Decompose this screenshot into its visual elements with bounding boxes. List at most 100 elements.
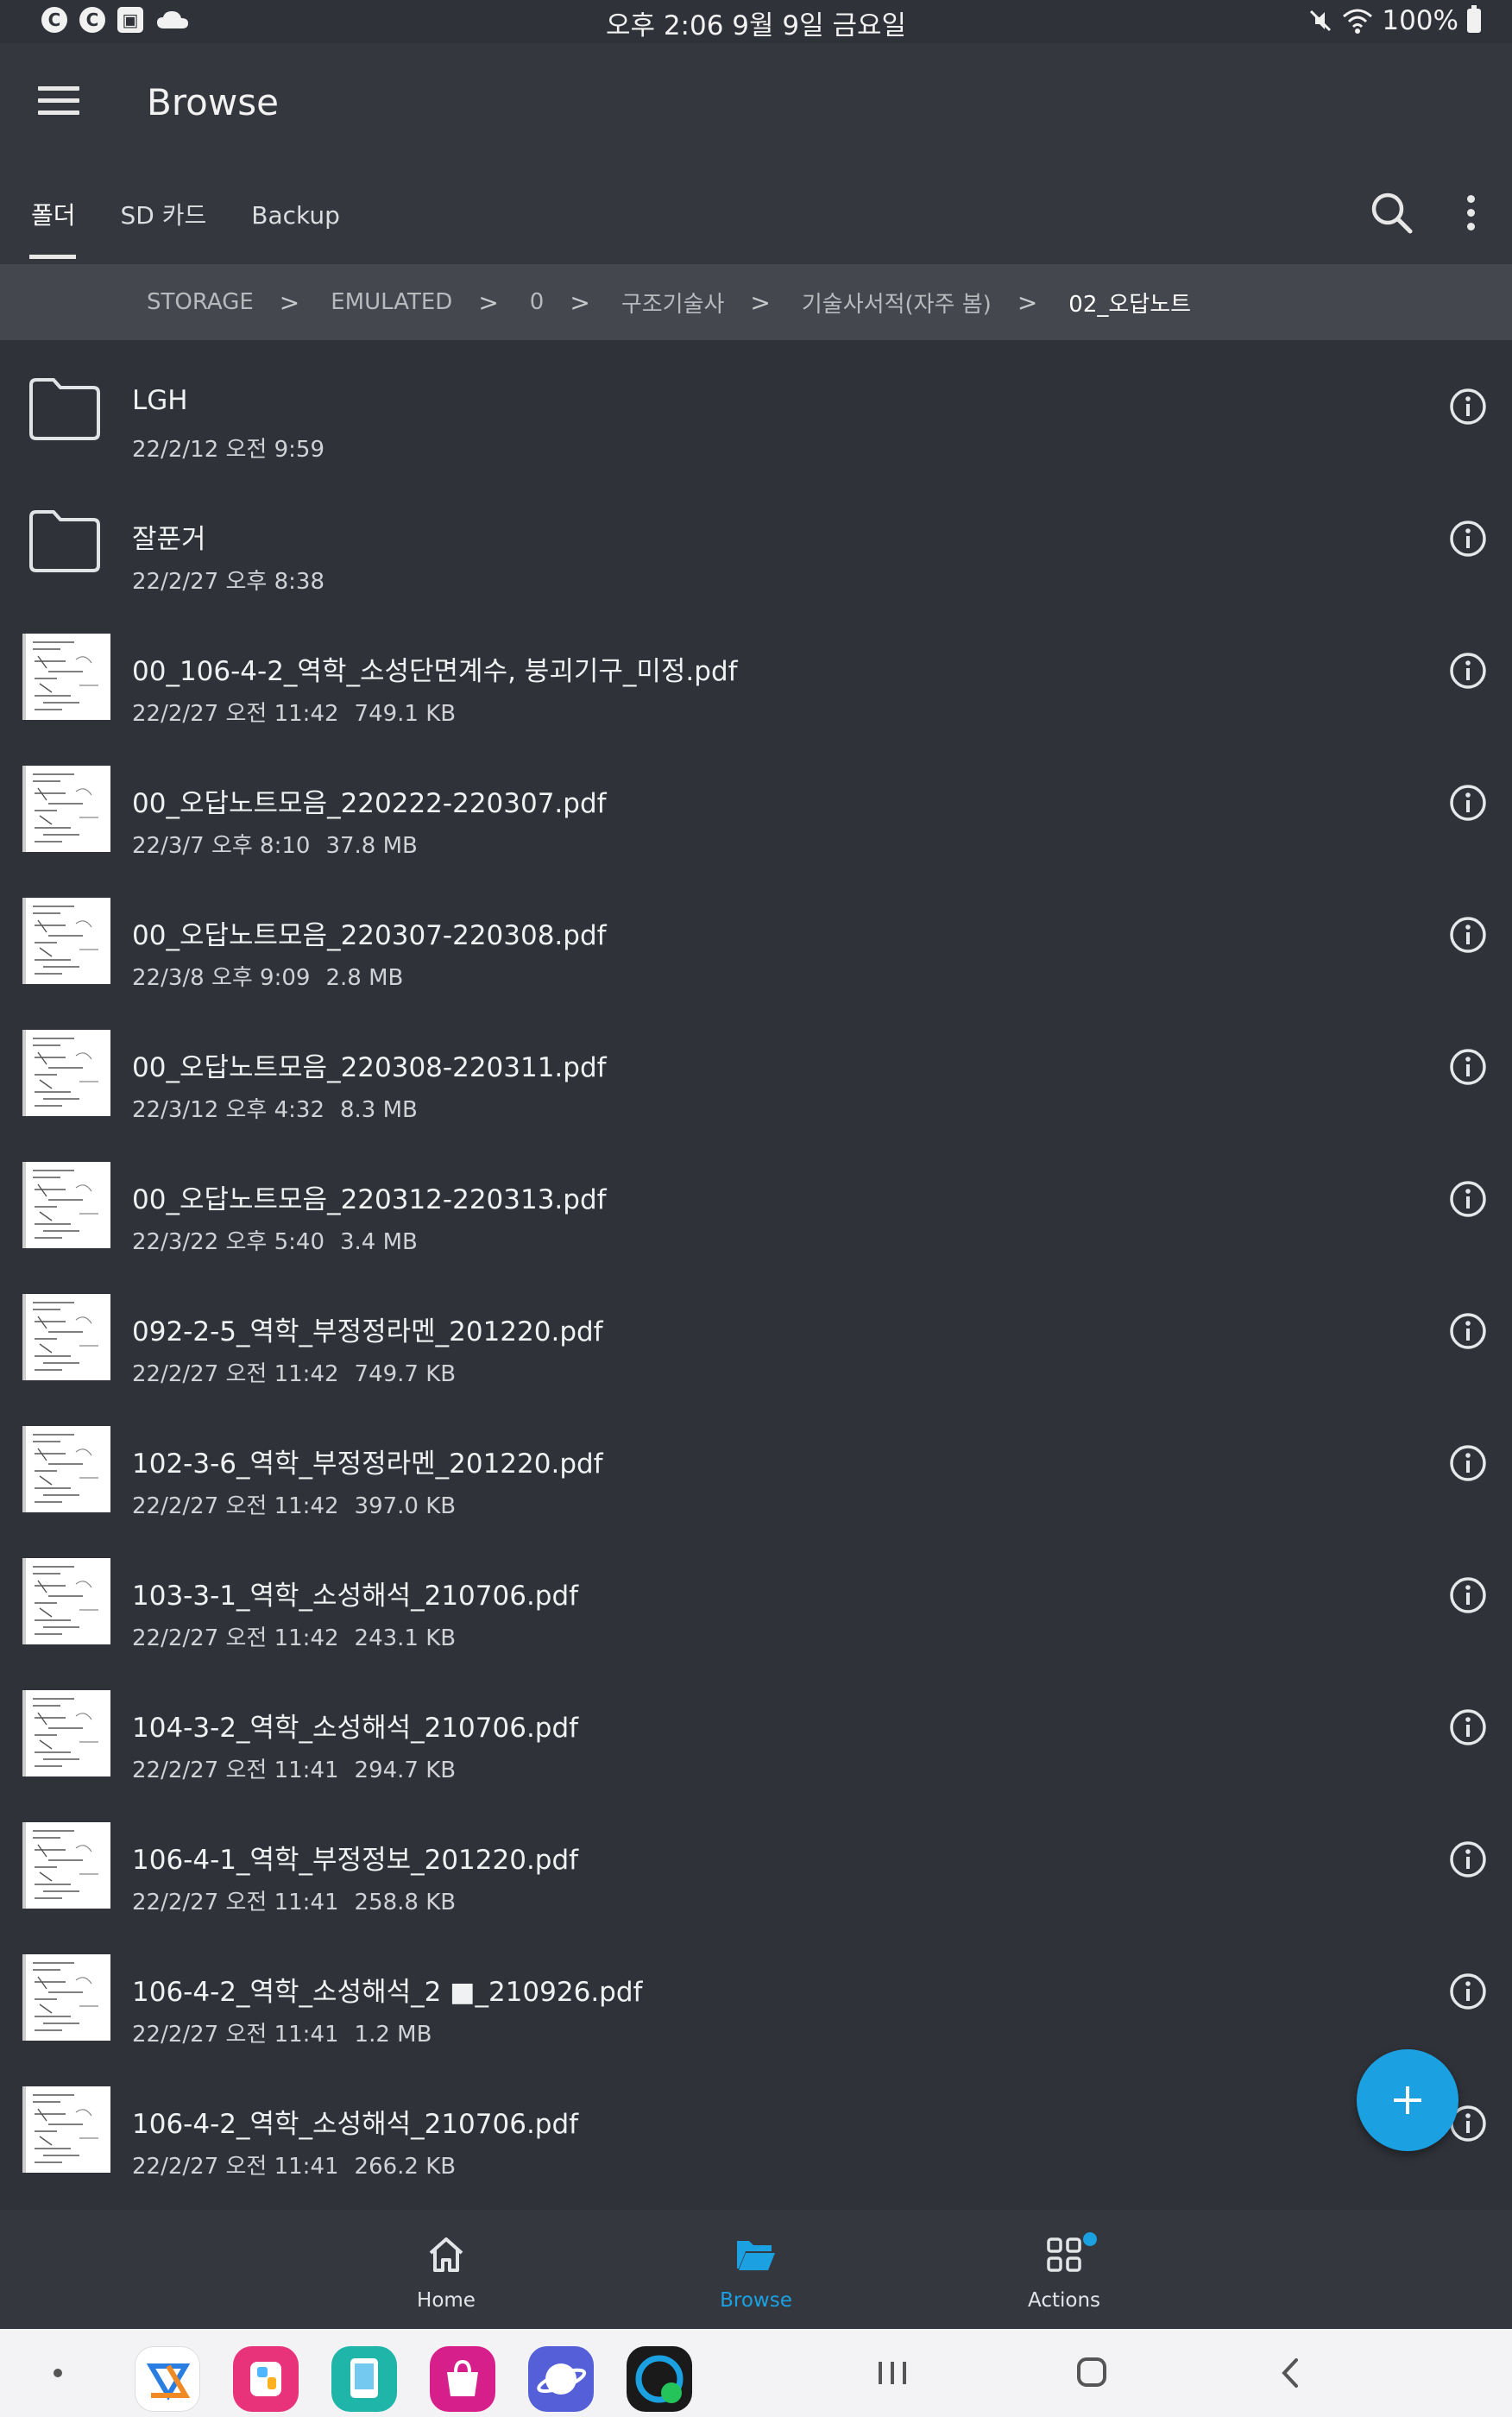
- file-size: 266.2 KB: [354, 2154, 457, 2180]
- pdf-thumbnail: [22, 1162, 110, 1248]
- info-icon[interactable]: [1448, 387, 1488, 426]
- file-date: 22/3/8 오후 9:09: [132, 965, 311, 991]
- list-item-file[interactable]: 00_오답노트모음_220307-220308.pdf 22/3/8 오후 9:…: [0, 870, 1512, 1002]
- file-date: 22/3/12 오후 4:32: [132, 1097, 324, 1123]
- search-icon[interactable]: [1369, 190, 1414, 235]
- info-icon[interactable]: [1448, 1972, 1488, 2011]
- list-item-folder[interactable]: 잘푼거 22/2/27 오후 8:38: [0, 474, 1512, 606]
- list-item-file[interactable]: 102-3-6_역학_부정정라멘_201220.pdf 22/2/27 오전 1…: [0, 1398, 1512, 1530]
- nav-browse[interactable]: Browse: [670, 2224, 842, 2312]
- battery-icon: [1467, 5, 1481, 33]
- file-name: LGH: [132, 385, 188, 416]
- nav-home[interactable]: Home: [360, 2224, 532, 2312]
- file-name: 잘푼거: [132, 524, 206, 555]
- folder-icon: [29, 378, 100, 440]
- info-icon[interactable]: [1448, 1311, 1488, 1351]
- breadcrumb-item-0[interactable]: 0: [530, 289, 545, 315]
- chevron-right-icon: >: [279, 287, 300, 317]
- folder-icon: [29, 510, 100, 572]
- pdf-thumbnail: [22, 766, 110, 852]
- dock-app-icon[interactable]: [233, 2346, 299, 2412]
- file-name: 106-4-2_역학_소성해석_210706.pdf: [132, 2109, 579, 2140]
- info-icon[interactable]: [1448, 651, 1488, 691]
- recent-apps-icon[interactable]: [866, 2351, 918, 2395]
- dock-app-icon[interactable]: [331, 2346, 397, 2412]
- file-name: 092-2-5_역학_부정정라멘_201220.pdf: [132, 1316, 603, 1347]
- pdf-thumbnail: [22, 1822, 110, 1909]
- tab-sd-card[interactable]: SD 카드: [98, 190, 230, 259]
- info-icon[interactable]: [1448, 915, 1488, 955]
- info-icon[interactable]: [1448, 1575, 1488, 1615]
- grid-icon: [1047, 2237, 1081, 2272]
- menu-button[interactable]: [38, 86, 79, 121]
- file-meta: 22/3/12 오후 4:32 8.3 MB: [132, 1092, 418, 1124]
- file-date: 22/2/27 오전 11:42: [132, 1625, 339, 1651]
- list-item-folder[interactable]: LGH 22/2/12 오전 9:59: [0, 342, 1512, 474]
- file-name: 106-4-2_역학_소성해석_2 ■_210926.pdf: [132, 1977, 643, 2008]
- hamburger-icon: [38, 86, 79, 91]
- tab-folder[interactable]: 폴더: [0, 190, 98, 259]
- home-nav-icon[interactable]: [1065, 2351, 1117, 2395]
- file-name: 102-3-6_역학_부정정라멘_201220.pdf: [132, 1448, 603, 1480]
- dock-app-icon[interactable]: [135, 2346, 200, 2412]
- dock-app-icon[interactable]: [627, 2346, 692, 2412]
- list-item-file[interactable]: 092-2-5_역학_부정정라멘_201220.pdf 22/2/27 오전 1…: [0, 1266, 1512, 1398]
- list-item-file[interactable]: 106-4-2_역학_소성해석_2 ■_210926.pdf 22/2/27 오…: [0, 1927, 1512, 2059]
- bottom-navigation: Home Browse Actions: [0, 2210, 1512, 2329]
- file-meta: 22/2/27 오전 11:41 1.2 MB: [132, 2016, 432, 2048]
- list-item-file[interactable]: 00_오답노트모음_220312-220313.pdf 22/3/22 오후 5…: [0, 1134, 1512, 1266]
- tab-backup[interactable]: Backup: [229, 190, 362, 259]
- list-item-file[interactable]: 00_106-4-2_역학_소성단면계수, 붕괴기구_미정.pdf 22/2/2…: [0, 606, 1512, 738]
- info-icon[interactable]: [1448, 1443, 1488, 1483]
- page-title: Browse: [147, 81, 279, 123]
- add-button[interactable]: [1357, 2049, 1458, 2151]
- breadcrumb-item-emulated[interactable]: EMULATED: [331, 289, 452, 315]
- file-size: 1.2 MB: [354, 2022, 432, 2048]
- more-vert-icon: [1466, 195, 1475, 203]
- list-item-file[interactable]: 00_오답노트모음_220222-220307.pdf 22/3/7 오후 8:…: [0, 738, 1512, 870]
- breadcrumb-item-current: 02_오답노트: [1068, 291, 1192, 318]
- status-time-date: 오후 2:06 9월 9일 금요일: [605, 10, 907, 41]
- info-icon[interactable]: [1448, 1707, 1488, 1747]
- file-date: 22/2/27 오전 11:42: [132, 1493, 339, 1519]
- app-logo-icon: [250, 2362, 281, 2396]
- nav-actions[interactable]: Actions: [978, 2224, 1150, 2312]
- file-meta: 22/2/27 오전 11:41 266.2 KB: [132, 2149, 456, 2180]
- file-meta: 22/2/27 오후 8:38: [132, 564, 324, 596]
- file-date: 22/2/27 오전 11:41: [132, 1890, 339, 1915]
- info-icon[interactable]: [1448, 519, 1488, 558]
- back-icon[interactable]: [1265, 2351, 1317, 2395]
- location-tabs: 폴더 SD 카드 Backup: [0, 190, 362, 268]
- status-system-icons: 100%: [1307, 5, 1481, 36]
- list-item-file[interactable]: 103-3-1_역학_소성해석_210706.pdf 22/2/27 오전 11…: [0, 1530, 1512, 1663]
- list-item-file[interactable]: 104-3-2_역학_소성해석_210706.pdf 22/2/27 오전 11…: [0, 1663, 1512, 1795]
- breadcrumb-item-books[interactable]: 기술사서적(자주 봄): [802, 287, 992, 319]
- browser-planet-icon: [537, 2363, 587, 2395]
- webex-icon: [635, 2355, 684, 2403]
- list-item-file[interactable]: 00_오답노트모음_220308-220311.pdf 22/3/12 오후 4…: [0, 1002, 1512, 1134]
- chevron-right-icon: >: [570, 287, 590, 317]
- file-date: 22/2/27 오전 11:41: [132, 2154, 339, 2180]
- info-icon[interactable]: [1448, 1179, 1488, 1219]
- dock-app-icon[interactable]: [430, 2346, 495, 2412]
- file-meta: 22/2/27 오전 11:42 243.1 KB: [132, 1620, 456, 1652]
- file-list: LGH 22/2/12 오전 9:59 잘푼거 22/2/27 오후 8:38: [0, 342, 1512, 2191]
- dock-app-icon[interactable]: [528, 2346, 594, 2412]
- breadcrumb-item-storage[interactable]: STORAGE: [147, 289, 254, 315]
- file-name: 106-4-1_역학_부정정보_201220.pdf: [132, 1845, 579, 1876]
- file-size: 3.4 MB: [340, 1229, 418, 1255]
- breadcrumb-item-structural[interactable]: 구조기술사: [621, 287, 725, 319]
- mute-icon: [1310, 9, 1332, 32]
- hamburger-icon-line: [38, 98, 79, 103]
- file-name: 103-3-1_역학_소성해석_210706.pdf: [132, 1581, 579, 1612]
- more-options-button[interactable]: [1460, 195, 1481, 237]
- pdf-thumbnail: [22, 1294, 110, 1380]
- file-size: 397.0 KB: [354, 1493, 457, 1519]
- info-icon[interactable]: [1448, 1047, 1488, 1087]
- pdf-thumbnail: [22, 1030, 110, 1116]
- list-item-file[interactable]: 106-4-1_역학_부정정보_201220.pdf 22/2/27 오전 11…: [0, 1795, 1512, 1927]
- info-icon[interactable]: [1448, 1840, 1488, 1879]
- info-icon[interactable]: [1448, 783, 1488, 823]
- file-size: 2.8 MB: [325, 965, 404, 991]
- list-item-file[interactable]: 106-4-2_역학_소성해석_210706.pdf 22/2/27 오전 11…: [0, 2059, 1512, 2191]
